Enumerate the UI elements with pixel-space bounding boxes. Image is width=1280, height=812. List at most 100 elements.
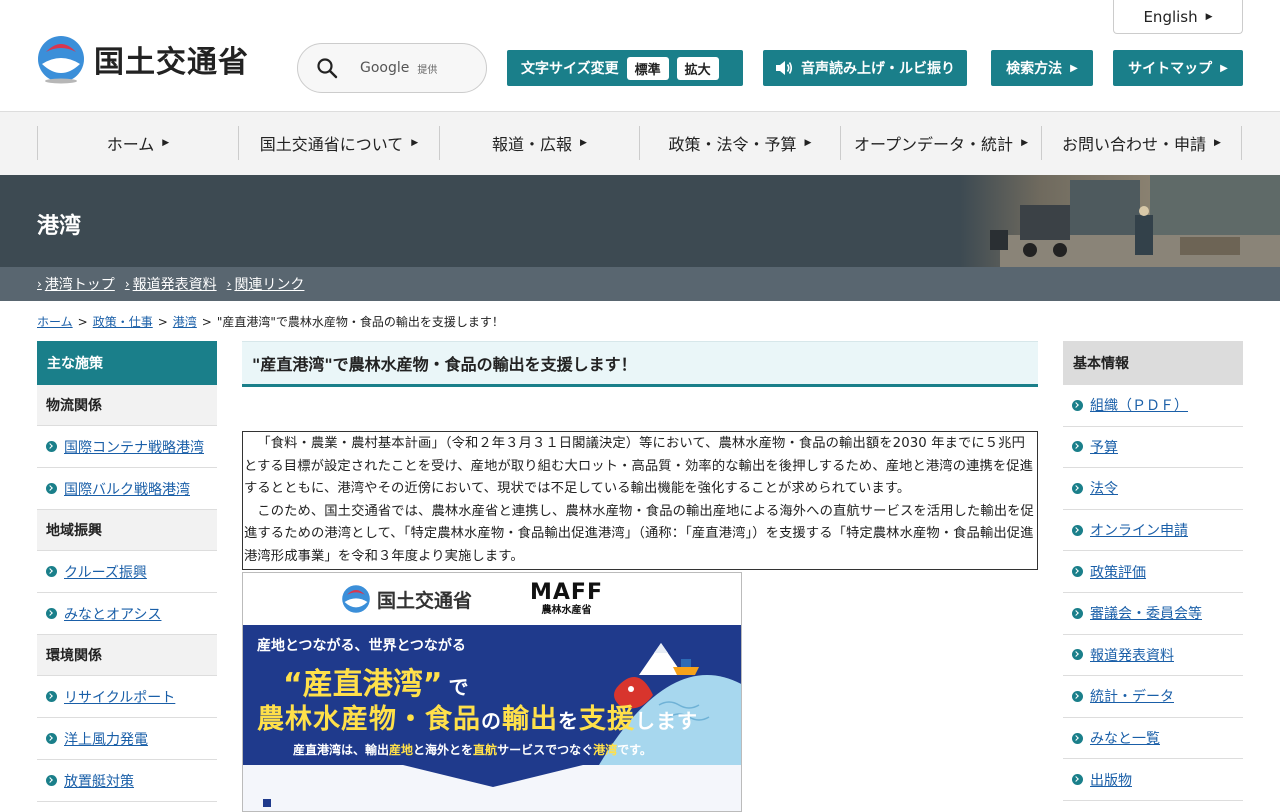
poster-maff-logo: MAFF 農林水産省 [530,582,603,616]
font-size-standard-button[interactable]: 標準 [626,56,669,80]
basic-info-link[interactable]: 報道発表資料 [1090,645,1174,665]
gnav-about[interactable]: 国土交通省について ▶ [238,126,439,160]
subnav-press-release[interactable]: › 報道発表資料 [125,274,217,294]
poster-line-2-suffix: で [448,675,469,699]
subnav-related-links[interactable]: › 関連リンク [227,274,305,294]
gnav-label: 報道・広報 [492,135,573,154]
basic-info-link[interactable]: 審議会・委員会等 [1090,603,1202,623]
triangle-right-icon: ▶ [804,138,812,148]
banner-port-photo [960,175,1280,267]
basic-info-item[interactable]: 予算 [1063,427,1243,469]
search-box[interactable]: Google 提供 [297,43,487,93]
chevron-circle-icon [46,775,57,786]
basic-info-link[interactable]: 組織（ＰＤＦ） [1090,395,1188,415]
basic-info-item[interactable]: 統計・データ [1063,676,1243,718]
gnav-home[interactable]: ホーム ▶ [37,126,238,160]
basic-info-item[interactable]: 出版物 [1063,759,1243,801]
gnav-press[interactable]: 報道・広報 ▶ [439,126,639,160]
chevron-circle-icon [46,441,57,452]
poster-headline-panel: 産地とつながる、世界とつながる “産直港湾” で 農林水産物・食品の輸出を支援しま… [243,625,741,765]
basic-info-link[interactable]: 政策評価 [1090,562,1146,582]
sidebar-link[interactable]: クルーズ振興 [64,562,147,582]
basic-info-link[interactable]: みなと一覧 [1090,728,1160,748]
poster-text: 直航 [473,743,498,757]
sidebar-item[interactable]: リサイクルポート [37,676,217,718]
sidebar-item[interactable]: クルーズ振興 [37,551,217,593]
chevron-circle-icon [46,483,57,494]
poster-text: の [481,709,502,733]
chevron-circle-icon [1072,441,1083,453]
basic-info-item[interactable]: 政策評価 [1063,551,1243,593]
basic-info-item[interactable]: 審議会・委員会等 [1063,593,1243,635]
sidebar-item[interactable]: 洋上風力発電 [37,718,217,760]
poster-mlit-text: 国土交通省 [377,589,473,612]
english-link[interactable]: English ▶ [1113,0,1243,34]
sidebar-link[interactable]: 放置艇対策 [64,771,134,791]
sidebar-link[interactable]: 洋上風力発電 [64,729,148,749]
poster-logo-bar: 国土交通省 MAFF 農林水産省 [243,573,741,625]
chevron-circle-icon [1072,482,1083,494]
sidebar-item[interactable]: みなとオアシス [37,593,217,635]
basic-info-link[interactable]: 出版物 [1090,770,1132,790]
basic-info-item[interactable]: 組織（ＰＤＦ） [1063,385,1243,427]
sidebar-link[interactable]: みなとオアシス [64,604,161,624]
sidebar-link[interactable]: リサイクルポート [64,687,175,707]
breadcrumb-policy[interactable]: 政策・仕事 [93,315,153,329]
speaker-icon [776,61,793,75]
font-size-large-button[interactable]: 拡大 [676,56,719,80]
sidebar-link[interactable]: 国際バルク戦略港湾 [64,479,190,499]
breadcrumb-current: "産直港湾"で農林水産物・食品の輸出を支援します！ [216,315,504,329]
gnav-label: 政策・法令・予算 [668,135,797,154]
poster-text: と海外とを [413,743,474,757]
basic-info-link[interactable]: 統計・データ [1090,686,1174,706]
poster-text: 産地 [389,743,414,757]
sitemap-label: サイトマップ [1128,61,1213,77]
search-method-button[interactable]: 検索方法 ▶ [991,50,1093,86]
basic-info-item[interactable]: オンライン申請 [1063,510,1243,552]
triangle-right-icon: ▶ [1021,138,1028,148]
breadcrumb-home[interactable]: ホーム [37,315,73,329]
basic-info-item[interactable]: みなと一覧 [1063,718,1243,760]
google-label: Google [360,60,410,76]
chevron-circle-icon [1072,607,1083,619]
sidebar-item[interactable]: 国際コンテナ戦略港湾 [37,426,217,468]
triangle-right-icon: ▶ [411,138,419,148]
breadcrumb-port[interactable]: 港湾 [173,315,197,329]
chevron-circle-icon [46,608,57,619]
poster-text: サービスでつなぐ [497,743,594,757]
provided-label: 提供 [417,64,438,76]
right-sidebar-title: 基本情報 [1063,341,1243,385]
triangle-right-icon: ▶ [1205,11,1213,22]
site-logo[interactable]: 国土交通省 [36,34,249,84]
poster-bottom-shape [263,765,583,807]
basic-info-link[interactable]: オンライン申請 [1090,520,1188,540]
poster-maff-subtext: 農林水産省 [541,605,592,616]
voice-reading-button[interactable]: 音声読み上げ・ルビ振り [763,50,967,86]
poster-text: 産直港湾は、輸出 [293,743,390,757]
right-sidebar: 基本情報 組織（ＰＤＦ） 予算 法令 オンライン申請 政策評価 審議会・委員会等… [1063,341,1243,801]
english-label: English [1143,7,1198,26]
sidebar-item[interactable]: 放置艇対策 [37,760,217,802]
basic-info-item[interactable]: 報道発表資料 [1063,635,1243,677]
search-method-label: 検索方法 [1006,61,1063,77]
chevron-circle-icon [1072,524,1083,536]
chevron-circle-icon [1072,566,1083,578]
left-sidebar-title: 主な施策 [37,341,217,385]
poster-maff-text: MAFF [530,580,603,605]
chevron-circle-icon [1072,774,1083,786]
promo-poster[interactable]: 国土交通省 MAFF 農林水産省 産地とつながる、世界とつながる “産直港湾” で [242,572,742,812]
sidebar-item[interactable]: 国際バルク戦略港湾 [37,468,217,510]
basic-info-item[interactable]: 法令 [1063,468,1243,510]
gnav-policy[interactable]: 政策・法令・予算 ▶ [639,126,840,160]
chevron-right-icon: › [124,277,130,291]
subnav-port-top[interactable]: › 港湾トップ [37,274,115,294]
gnav-opendata[interactable]: オープンデータ・統計 ▶ [840,126,1041,160]
basic-info-link[interactable]: 予算 [1090,437,1118,457]
triangle-right-icon: ▶ [162,138,170,148]
sitemap-button[interactable]: サイトマップ ▶ [1113,50,1243,86]
search-icon[interactable] [316,57,338,79]
basic-info-link[interactable]: 法令 [1090,478,1118,498]
gnav-contact[interactable]: お問い合わせ・申請 ▶ [1041,126,1241,160]
sidebar-link[interactable]: 国際コンテナ戦略港湾 [64,437,204,457]
left-sidebar: 主な施策 物流関係 国際コンテナ戦略港湾 国際バルク戦略港湾 地域振興 クルーズ… [37,341,217,802]
